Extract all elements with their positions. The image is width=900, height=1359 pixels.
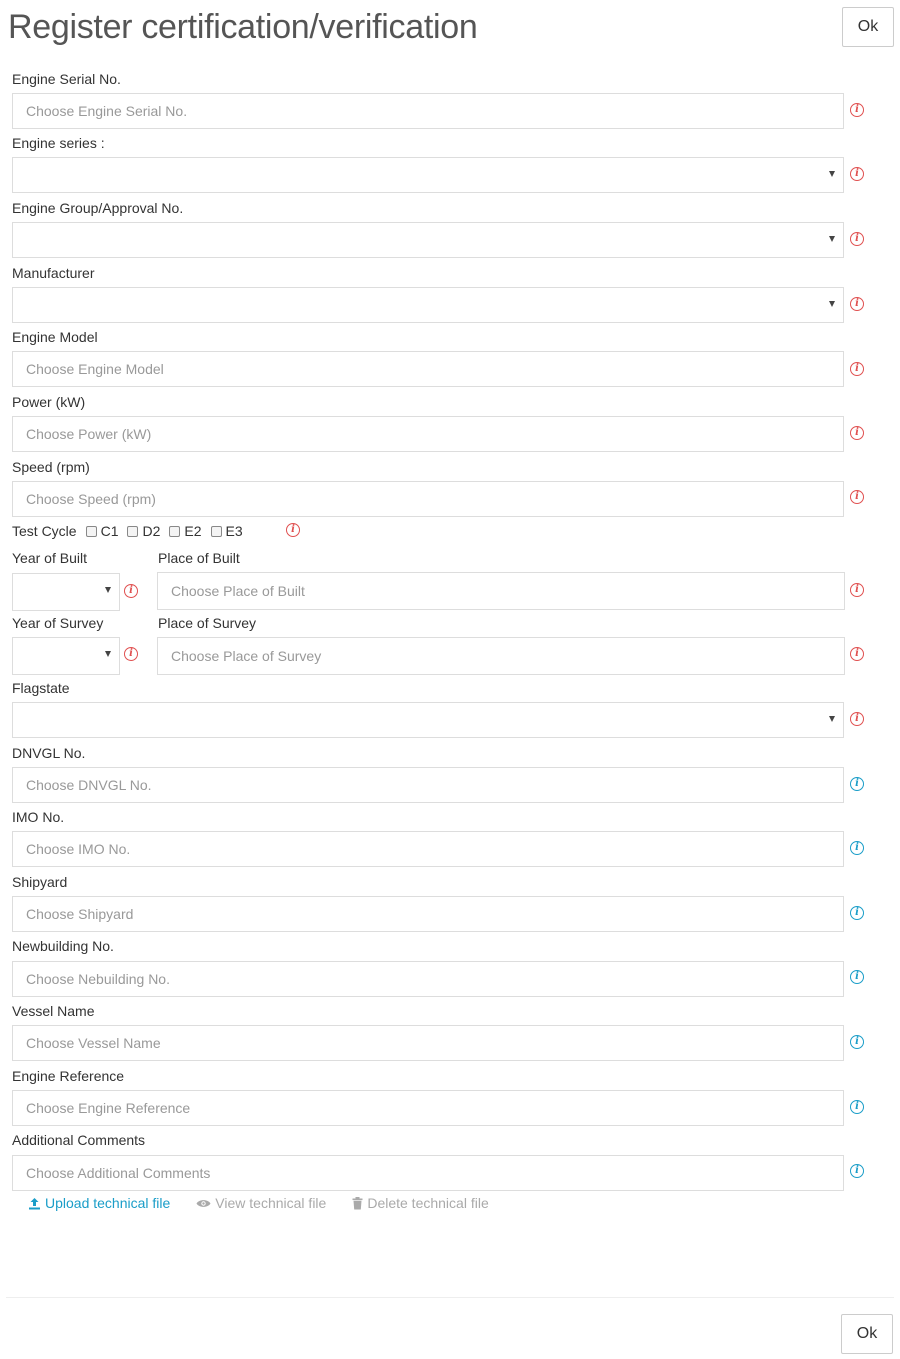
info-icon: i bbox=[850, 970, 864, 984]
place-built-input[interactable] bbox=[157, 572, 845, 610]
engine-group-label: Engine Group/Approval No. bbox=[12, 200, 184, 216]
required-info-icon: i bbox=[850, 647, 864, 661]
upload-technical-file-link[interactable]: Upload technical file bbox=[28, 1195, 170, 1211]
e2-checkbox[interactable] bbox=[169, 525, 181, 537]
speed-label: Speed (rpm) bbox=[12, 459, 90, 475]
engine-serial-input[interactable] bbox=[12, 93, 844, 129]
additional-comments-input[interactable] bbox=[12, 1155, 844, 1191]
info-icon: i bbox=[850, 1164, 864, 1178]
upload-label: Upload technical file bbox=[45, 1195, 171, 1211]
delete-label: Delete technical file bbox=[367, 1195, 489, 1211]
imo-input[interactable] bbox=[12, 831, 844, 867]
required-info-icon: i bbox=[850, 362, 864, 376]
dnvgl-input[interactable] bbox=[12, 767, 844, 803]
e3-checkbox[interactable] bbox=[210, 525, 222, 537]
chevron-down-icon bbox=[105, 587, 111, 593]
info-icon: i bbox=[850, 1035, 864, 1049]
chevron-down-icon bbox=[105, 651, 111, 657]
info-icon: i bbox=[850, 906, 864, 920]
required-info-icon: i bbox=[850, 583, 864, 597]
newbuilding-input[interactable] bbox=[12, 961, 844, 997]
engine-model-label: Engine Model bbox=[12, 329, 98, 345]
dialog-title: Register certification/verification bbox=[8, 8, 478, 46]
chevron-down-icon bbox=[829, 236, 835, 242]
required-info-icon: i bbox=[850, 232, 864, 246]
test-cycle-label: Test Cycle bbox=[12, 523, 77, 539]
manufacturer-select[interactable] bbox=[12, 287, 844, 323]
engine-reference-label: Engine Reference bbox=[12, 1068, 125, 1084]
required-info-icon: i bbox=[850, 297, 864, 311]
required-info-icon: i bbox=[850, 712, 864, 726]
chevron-down-icon bbox=[829, 171, 835, 177]
eye-icon bbox=[196, 1199, 211, 1207]
newbuilding-label: Newbuilding No. bbox=[12, 938, 114, 954]
delete-technical-file-link[interactable]: Delete technical file bbox=[352, 1195, 489, 1211]
required-info-icon: i bbox=[124, 584, 138, 598]
power-input[interactable] bbox=[12, 416, 844, 452]
engine-serial-label: Engine Serial No. bbox=[12, 71, 121, 87]
speed-input[interactable] bbox=[12, 481, 844, 517]
upload-icon bbox=[29, 1197, 40, 1209]
view-label: View technical file bbox=[215, 1195, 327, 1211]
d2-checkbox[interactable] bbox=[127, 525, 139, 537]
c1-label: C1 bbox=[100, 523, 119, 539]
engine-reference-input[interactable] bbox=[12, 1090, 844, 1126]
chevron-down-icon bbox=[829, 301, 835, 307]
place-built-label: Place of Built bbox=[158, 550, 240, 566]
year-survey-label: Year of Survey bbox=[12, 615, 104, 631]
ok-button-top[interactable]: Ok bbox=[842, 7, 894, 47]
required-info-icon: i bbox=[124, 647, 138, 661]
flagstate-label: Flagstate bbox=[12, 680, 70, 696]
view-technical-file-link[interactable]: View technical file bbox=[196, 1195, 326, 1211]
year-built-select[interactable] bbox=[12, 573, 120, 611]
c1-checkbox[interactable] bbox=[85, 525, 97, 537]
file-actions: Upload technical file View technical fil… bbox=[28, 1193, 515, 1213]
manufacturer-label: Manufacturer bbox=[12, 265, 95, 281]
required-info-icon: i bbox=[850, 103, 864, 117]
chevron-down-icon bbox=[829, 716, 835, 722]
engine-series-select[interactable] bbox=[12, 157, 844, 193]
engine-series-label: Engine series : bbox=[12, 135, 105, 151]
place-survey-input[interactable] bbox=[157, 637, 845, 675]
flagstate-select[interactable] bbox=[12, 702, 844, 738]
required-info-icon: i bbox=[850, 426, 864, 440]
engine-model-input[interactable] bbox=[12, 351, 844, 387]
vessel-name-label: Vessel Name bbox=[12, 1003, 95, 1019]
footer-divider bbox=[6, 1297, 894, 1298]
required-info-icon: i bbox=[850, 167, 864, 181]
engine-group-select[interactable] bbox=[12, 222, 844, 258]
place-survey-label: Place of Survey bbox=[158, 615, 257, 631]
required-info-icon: i bbox=[850, 490, 864, 504]
shipyard-input[interactable] bbox=[12, 896, 844, 932]
trash-icon bbox=[352, 1196, 363, 1209]
power-label: Power (kW) bbox=[12, 394, 86, 410]
info-icon: i bbox=[850, 841, 864, 855]
shipyard-label: Shipyard bbox=[12, 874, 68, 890]
test-cycle-row: Test Cycle C1 D2 E2 E3 bbox=[12, 522, 243, 540]
year-survey-select[interactable] bbox=[12, 637, 120, 675]
vessel-name-input[interactable] bbox=[12, 1025, 844, 1061]
e3-label: E3 bbox=[225, 523, 243, 539]
additional-comments-label: Additional Comments bbox=[12, 1132, 146, 1148]
dnvgl-label: DNVGL No. bbox=[12, 745, 86, 761]
ok-button-bottom[interactable]: Ok bbox=[841, 1314, 893, 1354]
required-info-icon: i bbox=[286, 523, 300, 537]
e2-label: E2 bbox=[184, 523, 202, 539]
d2-label: D2 bbox=[142, 523, 161, 539]
info-icon: i bbox=[850, 777, 864, 791]
info-icon: i bbox=[850, 1100, 864, 1114]
imo-label: IMO No. bbox=[12, 809, 65, 825]
year-built-label: Year of Built bbox=[12, 550, 87, 566]
